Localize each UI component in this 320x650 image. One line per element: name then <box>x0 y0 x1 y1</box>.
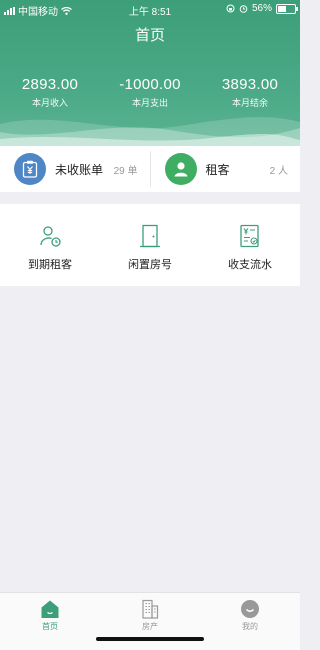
tab-mine-label: 我的 <box>242 622 258 631</box>
stat-balance-value: 3893.00 <box>221 76 279 93</box>
tenant-clock-icon <box>40 226 61 247</box>
user-icon <box>164 153 197 185</box>
monthly-stats: 2893.00 本月收入 -1000.00 本月支出 3893.00 本月结余 <box>0 76 300 109</box>
header: 中国移动 上午 8:51 56% 首页 2893.00 本月收入 -1000.0… <box>0 0 300 146</box>
battery-icon <box>276 3 298 14</box>
tenants-label: 租客 <box>205 162 230 177</box>
expiring-tenants-button[interactable]: 到期租客 <box>0 204 100 286</box>
stat-income-value: 2893.00 <box>21 76 79 93</box>
home-indicator <box>96 637 204 641</box>
tab-mine[interactable]: 我的 <box>200 593 300 650</box>
tab-bar: 首页 房产 我的 <box>0 592 300 650</box>
ledger-icon <box>240 224 259 248</box>
tenants-count: 2 人 <box>269 165 288 177</box>
tenants-card[interactable]: 租客 2 人 <box>151 146 301 192</box>
tab-property-label: 房产 <box>142 622 158 631</box>
status-bar: 中国移动 上午 8:51 56% <box>0 0 300 18</box>
tab-property[interactable]: 房产 <box>100 593 200 650</box>
stat-balance: 3893.00 本月结余 <box>200 76 300 109</box>
header-waves <box>0 117 300 146</box>
stat-income: 2893.00 本月收入 <box>0 76 100 109</box>
cash-flow-button[interactable]: 收支流水 <box>200 204 300 286</box>
page-title: 首页 <box>134 27 165 44</box>
vacant-rooms-label: 闲置房号 <box>128 259 172 271</box>
quick-actions: 到期租客 闲置房号 收支流水 <box>0 204 300 286</box>
vacant-rooms-button[interactable]: 闲置房号 <box>100 204 200 286</box>
summary-cards: 未收账单 29 单 租客 2 人 <box>0 146 300 192</box>
tab-home-label: 首页 <box>42 622 58 631</box>
building-icon <box>142 599 159 619</box>
bill-icon <box>14 153 46 185</box>
profile-icon <box>241 600 259 618</box>
unpaid-bills-count: 29 单 <box>113 165 138 177</box>
battery-level <box>278 5 286 12</box>
door-icon <box>140 224 160 248</box>
cash-flow-label: 收支流水 <box>228 259 272 271</box>
stat-expense: -1000.00 本月支出 <box>100 76 200 109</box>
home-icon <box>41 600 59 618</box>
unpaid-bills-card[interactable]: 未收账单 29 单 <box>0 146 150 192</box>
alarm-icon <box>239 5 248 13</box>
rotation-lock-icon <box>226 4 235 13</box>
expiring-tenants-label: 到期租客 <box>28 259 72 271</box>
stat-expense-value: -1000.00 <box>119 76 181 93</box>
tab-home[interactable]: 首页 <box>0 593 100 650</box>
battery-percent: 56% <box>251 3 272 14</box>
unpaid-bills-label: 未收账单 <box>55 162 104 177</box>
